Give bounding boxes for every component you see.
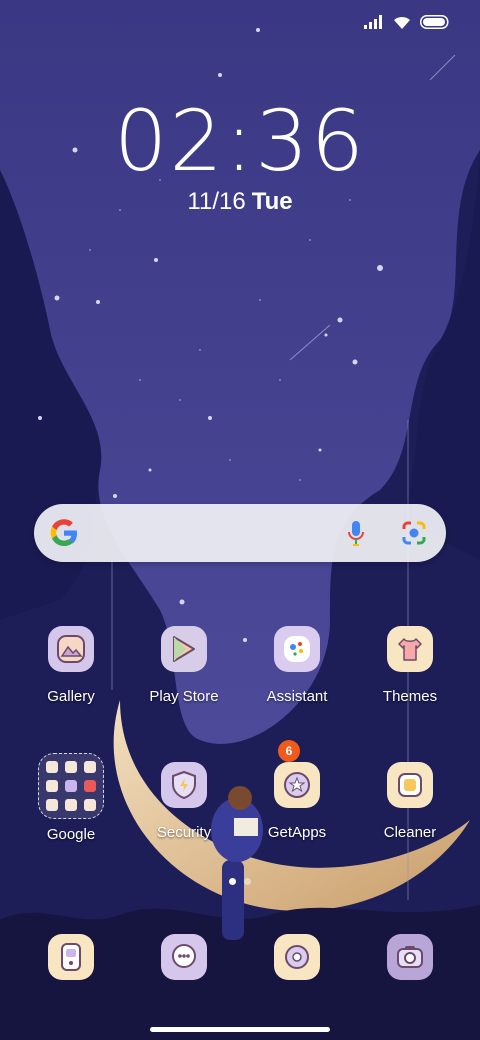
app-label: Cleaner <box>383 824 437 841</box>
status-bar <box>364 14 450 35</box>
wifi-icon <box>392 14 412 35</box>
app-label: GetApps <box>267 824 327 841</box>
cleaner-icon <box>387 762 433 808</box>
battery-icon <box>420 15 450 34</box>
app-label: Assistant <box>266 688 328 705</box>
google-search-bar[interactable] <box>34 504 446 562</box>
home-indicator-bar[interactable] <box>150 1027 330 1032</box>
page-dot-active[interactable] <box>229 878 236 885</box>
gallery-icon <box>48 626 94 672</box>
app-gallery[interactable]: Gallery <box>15 626 127 705</box>
assistant-icon <box>274 626 320 672</box>
date-display: 11/16 Tue <box>0 188 480 216</box>
app-assistant[interactable]: Assistant <box>241 626 353 705</box>
play-store-icon <box>161 626 207 672</box>
folder-google[interactable]: Google <box>15 753 127 843</box>
google-folder-icon <box>38 753 104 819</box>
google-lens-icon[interactable] <box>400 519 428 552</box>
getapps-icon: 6 <box>274 740 320 808</box>
browser-icon <box>274 934 320 980</box>
microphone-icon[interactable] <box>346 519 366 552</box>
signal-bars-icon <box>364 15 384 34</box>
security-icon <box>161 762 207 808</box>
dock-browser[interactable] <box>241 934 353 980</box>
app-cleaner[interactable]: Cleaner <box>354 762 466 841</box>
clock-time[interactable]: 02:36 <box>0 92 480 190</box>
app-play-store[interactable]: Play Store <box>128 626 240 705</box>
date-text: 11/16 <box>187 188 246 215</box>
camera-icon <box>387 934 433 980</box>
app-label: Themes <box>382 688 438 705</box>
notification-badge: 6 <box>278 740 300 762</box>
day-text: Tue <box>251 188 293 215</box>
themes-icon <box>387 626 433 672</box>
phone-icon <box>48 934 94 980</box>
app-label: Gallery <box>47 688 95 705</box>
messaging-icon <box>161 934 207 980</box>
page-dot[interactable] <box>244 878 251 885</box>
app-label: Security <box>156 824 212 841</box>
app-getapps[interactable]: 6 GetApps <box>241 740 353 841</box>
dock-messaging[interactable] <box>128 934 240 980</box>
dock-phone[interactable] <box>15 934 127 980</box>
page-indicator <box>0 878 480 885</box>
app-themes[interactable]: Themes <box>354 626 466 705</box>
app-label: Play Store <box>149 688 219 705</box>
dock-camera[interactable] <box>354 934 466 980</box>
app-label: Google <box>46 826 96 843</box>
google-g-icon <box>48 516 80 555</box>
app-security[interactable]: Security <box>128 762 240 841</box>
